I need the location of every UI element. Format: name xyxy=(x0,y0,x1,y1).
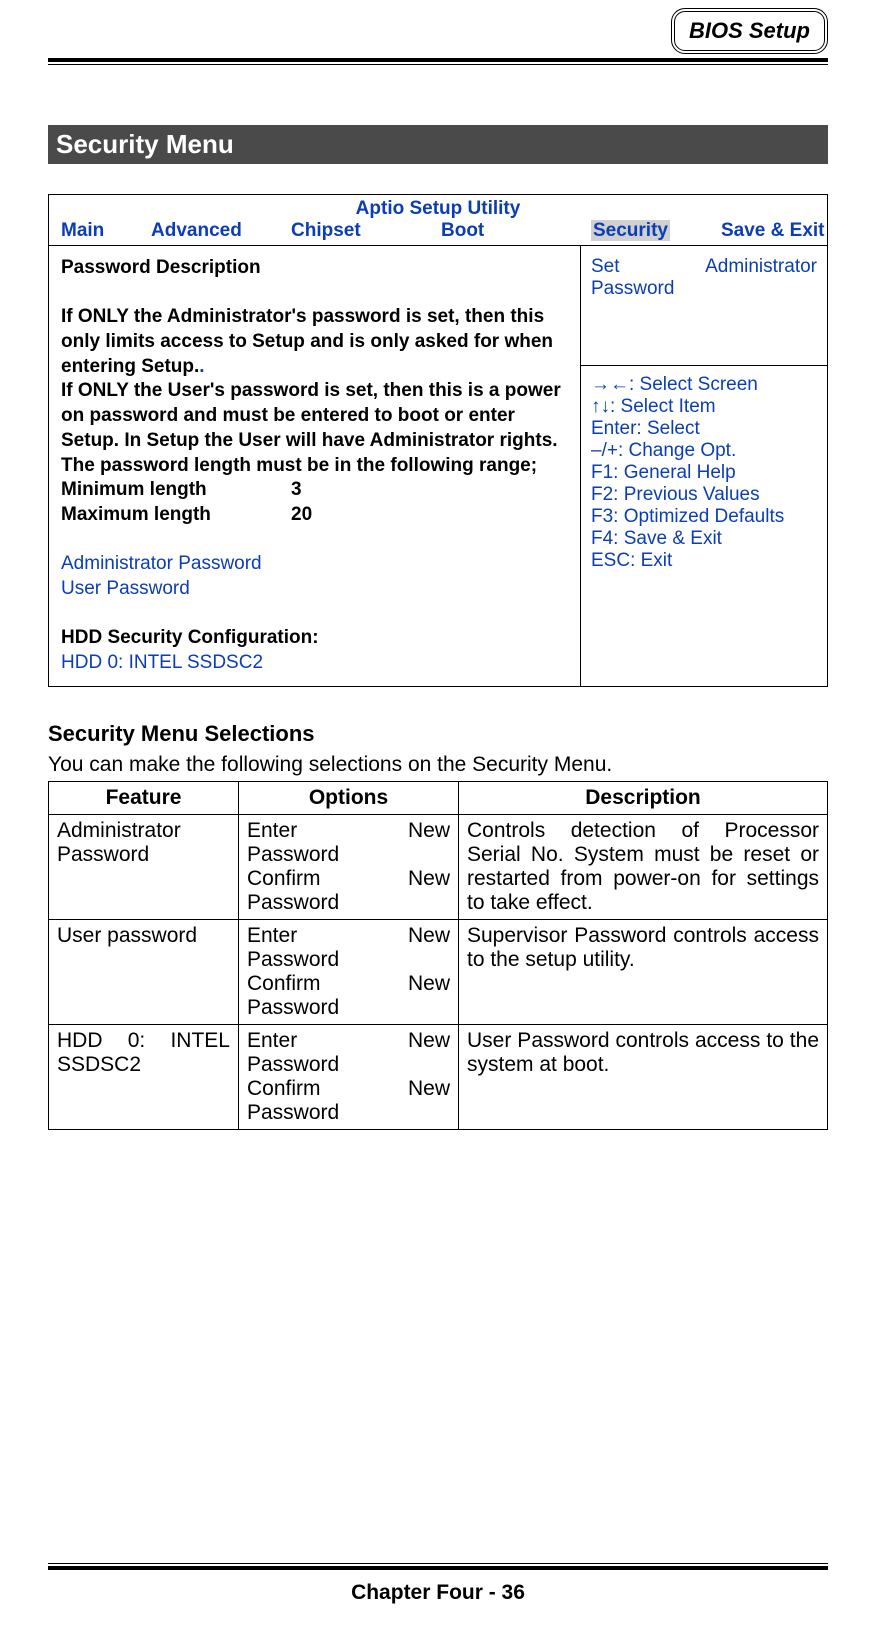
bios-tab-bar: Main Advanced Chipset Boot Security Save… xyxy=(49,220,827,246)
administrator-password-item[interactable]: Administrator Password xyxy=(61,552,568,577)
hdd-security-title: HDD Security Configuration: xyxy=(61,626,568,651)
table-row: User password EnterNew Password ConfirmN… xyxy=(49,919,828,1024)
help-key-line: F2: Previous Values xyxy=(591,484,817,506)
max-length-value: 20 xyxy=(291,503,312,528)
selections-intro: You can make the following selections on… xyxy=(48,753,828,777)
tab-chipset[interactable]: Chipset xyxy=(291,220,421,242)
tab-advanced[interactable]: Advanced xyxy=(151,220,271,242)
bios-setup-badge: BIOS Setup xyxy=(671,8,828,54)
min-length-label: Minimum length xyxy=(61,478,291,503)
table-row: HDD 0: INTEL SSDSC2 EnterNew Password Co… xyxy=(49,1024,828,1129)
section-title: Security Menu xyxy=(48,125,828,164)
header-description: Description xyxy=(459,781,828,814)
options-cell: EnterNew Password ConfirmNew Password xyxy=(239,1024,459,1129)
user-password-description: If ONLY the User's password is set, then… xyxy=(61,379,568,453)
header-feature: Feature xyxy=(49,781,239,814)
max-length-label: Maximum length xyxy=(61,503,291,528)
bios-right-pane: Set Administrator Password →←: Select Sc… xyxy=(581,246,827,686)
tab-security[interactable]: Security xyxy=(591,220,701,242)
password-length-intro: The password length must be in the follo… xyxy=(61,454,568,479)
feature-cell: Administrator Password xyxy=(49,814,239,919)
admin-password-description: If ONLY the Administrator's password is … xyxy=(61,305,568,379)
help-key-line: F3: Optimized Defaults xyxy=(591,506,817,528)
table-row: Administrator Password EnterNew Password… xyxy=(49,814,828,919)
user-password-item[interactable]: User Password xyxy=(61,577,568,602)
tab-boot[interactable]: Boot xyxy=(441,220,571,242)
feature-cell: HDD 0: INTEL SSDSC2 xyxy=(49,1024,239,1129)
help-key-line: –/+: Change Opt. xyxy=(591,440,817,462)
options-cell: EnterNew Password ConfirmNew Password xyxy=(239,919,459,1024)
password-description-title: Password Description xyxy=(61,256,568,281)
help-key-line: F1: General Help xyxy=(591,462,817,484)
bios-panel: Aptio Setup Utility Main Advanced Chipse… xyxy=(48,194,828,687)
description-cell: User Password controls access to the sys… xyxy=(459,1024,828,1129)
help-key-line: ↑↓: Select Item xyxy=(591,396,817,418)
tab-main[interactable]: Main xyxy=(61,220,131,242)
help-key-line: Enter: Select xyxy=(591,418,817,440)
help-keys: →←: Select Screen ↑↓: Select Item Enter:… xyxy=(581,366,827,580)
help-key-line: F4: Save & Exit xyxy=(591,528,817,550)
help-description: Set Administrator Password xyxy=(581,246,827,366)
page-footer: Chapter Four - 36 xyxy=(0,1581,876,1605)
selections-table: Feature Options Description Administrato… xyxy=(48,781,828,1130)
tab-save-exit[interactable]: Save & Exit xyxy=(721,220,825,242)
header-divider xyxy=(48,58,828,65)
description-cell: Supervisor Password controls access to t… xyxy=(459,919,828,1024)
description-cell: Controls detection of Processor Serial N… xyxy=(459,814,828,919)
footer-divider xyxy=(48,1563,828,1570)
bios-left-pane: Password Description If ONLY the Adminis… xyxy=(49,246,581,686)
selections-title: Security Menu Selections xyxy=(48,721,828,747)
header-options: Options xyxy=(239,781,459,814)
min-length-value: 3 xyxy=(291,478,302,503)
hdd-0-item[interactable]: HDD 0: INTEL SSDSC2 xyxy=(61,651,568,676)
options-cell: EnterNew Password ConfirmNew Password xyxy=(239,814,459,919)
bios-utility-title: Aptio Setup Utility xyxy=(49,195,827,220)
help-key-line: →←: Select Screen xyxy=(591,374,817,396)
feature-cell: User password xyxy=(49,919,239,1024)
help-key-line: ESC: Exit xyxy=(591,550,817,572)
